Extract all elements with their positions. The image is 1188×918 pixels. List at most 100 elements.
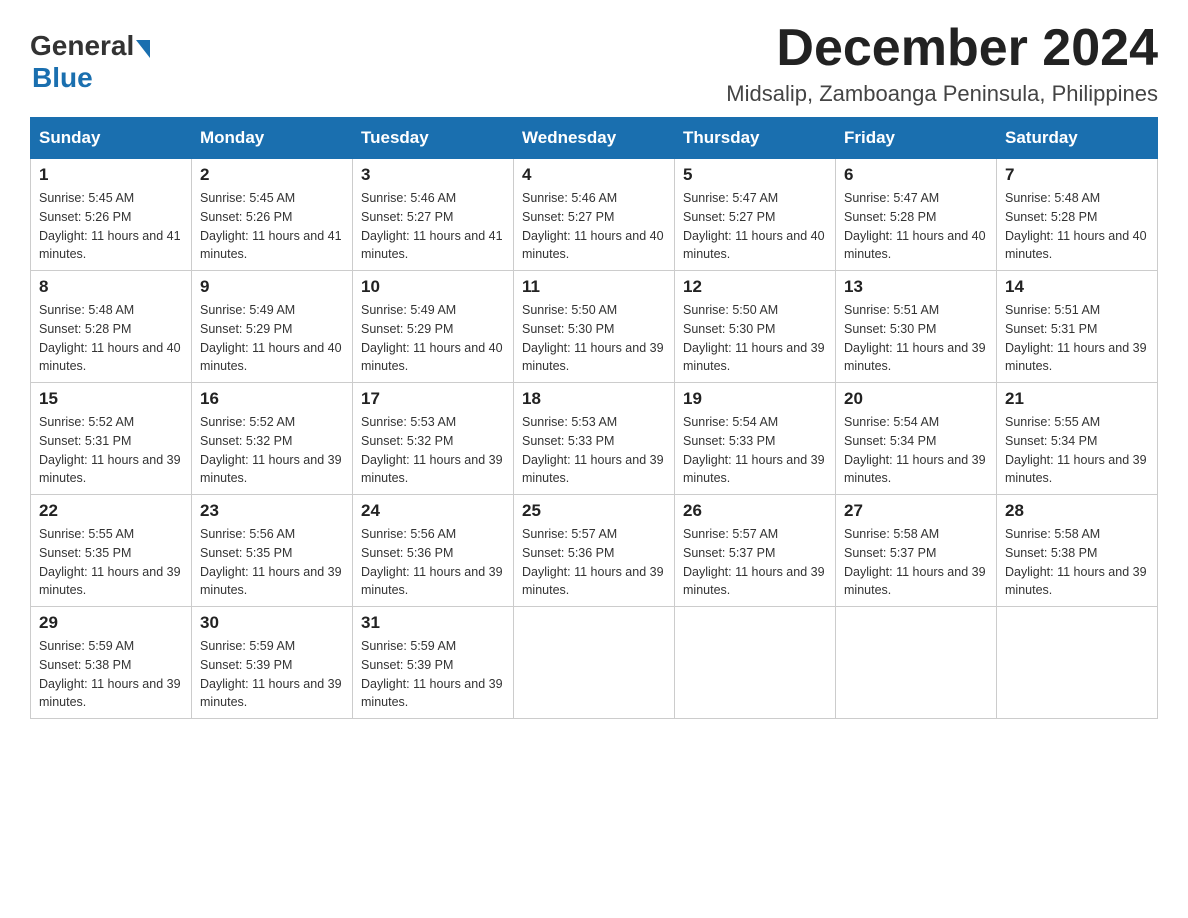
calendar-cell: 29Sunrise: 5:59 AMSunset: 5:38 PMDayligh… — [31, 607, 192, 719]
day-info: Sunrise: 5:54 AMSunset: 5:34 PMDaylight:… — [844, 413, 988, 488]
calendar-cell: 5Sunrise: 5:47 AMSunset: 5:27 PMDaylight… — [675, 159, 836, 271]
week-row-3: 15 Sunrise: 5:52 AMSunset: 5:31 PMDayligh… — [31, 383, 1158, 495]
calendar-cell: 15 Sunrise: 5:52 AMSunset: 5:31 PMDayligh… — [31, 383, 192, 495]
day-info: Sunrise: 5:48 AMSunset: 5:28 PMDaylight:… — [1005, 189, 1149, 264]
day-number: 12 — [683, 277, 827, 297]
day-number: 15 — [39, 389, 183, 409]
calendar-cell: 27Sunrise: 5:58 AMSunset: 5:37 PMDayligh… — [836, 495, 997, 607]
day-number: 19 — [683, 389, 827, 409]
day-number: 2 — [200, 165, 344, 185]
day-info: Sunrise: 5:49 AMSunset: 5:29 PMDaylight:… — [361, 301, 505, 376]
calendar-cell: 9 Sunrise: 5:49 AMSunset: 5:29 PMDaylight… — [192, 271, 353, 383]
calendar-cell: 23 Sunrise: 5:56 AMSunset: 5:35 PMDayligh… — [192, 495, 353, 607]
day-number: 26 — [683, 501, 827, 521]
calendar-cell: 3 Sunrise: 5:46 AMSunset: 5:27 PMDaylight… — [353, 159, 514, 271]
day-info: Sunrise: 5:52 AMSunset: 5:31 PMDaylight:… — [39, 413, 183, 488]
week-row-4: 22 Sunrise: 5:55 AMSunset: 5:35 PMDayligh… — [31, 495, 1158, 607]
calendar-cell: 24 Sunrise: 5:56 AMSunset: 5:36 PMDayligh… — [353, 495, 514, 607]
day-info: Sunrise: 5:53 AMSunset: 5:33 PMDaylight:… — [522, 413, 666, 488]
calendar-cell: 14 Sunrise: 5:51 AMSunset: 5:31 PMDayligh… — [997, 271, 1158, 383]
day-info: Sunrise: 5:59 AMSunset: 5:39 PMDaylight:… — [200, 637, 344, 712]
day-info: Sunrise: 5:56 AMSunset: 5:36 PMDaylight:… — [361, 525, 505, 600]
day-info: Sunrise: 5:46 AMSunset: 5:27 PMDaylight:… — [522, 189, 666, 264]
day-number: 14 — [1005, 277, 1149, 297]
weekday-header-sunday: Sunday — [31, 118, 192, 159]
calendar-cell: 10 Sunrise: 5:49 AMSunset: 5:29 PMDayligh… — [353, 271, 514, 383]
day-number: 8 — [39, 277, 183, 297]
logo: General Blue — [30, 30, 150, 94]
weekday-header-monday: Monday — [192, 118, 353, 159]
title-section: December 2024 Midsalip, Zamboanga Penins… — [726, 20, 1158, 107]
page-header: General Blue December 2024 Midsalip, Zam… — [30, 20, 1158, 107]
calendar-cell — [997, 607, 1158, 719]
calendar-cell: 31 Sunrise: 5:59 AMSunset: 5:39 PMDayligh… — [353, 607, 514, 719]
day-number: 13 — [844, 277, 988, 297]
day-info: Sunrise: 5:50 AMSunset: 5:30 PMDaylight:… — [683, 301, 827, 376]
day-info: Sunrise: 5:58 AMSunset: 5:38 PMDaylight:… — [1005, 525, 1149, 600]
calendar-cell: 6 Sunrise: 5:47 AMSunset: 5:28 PMDaylight… — [836, 159, 997, 271]
calendar-cell: 26Sunrise: 5:57 AMSunset: 5:37 PMDayligh… — [675, 495, 836, 607]
week-row-2: 8 Sunrise: 5:48 AMSunset: 5:28 PMDaylight… — [31, 271, 1158, 383]
day-info: Sunrise: 5:54 AMSunset: 5:33 PMDaylight:… — [683, 413, 827, 488]
day-number: 10 — [361, 277, 505, 297]
weekday-header-friday: Friday — [836, 118, 997, 159]
day-info: Sunrise: 5:58 AMSunset: 5:37 PMDaylight:… — [844, 525, 988, 600]
day-info: Sunrise: 5:57 AMSunset: 5:36 PMDaylight:… — [522, 525, 666, 600]
calendar-cell: 25 Sunrise: 5:57 AMSunset: 5:36 PMDayligh… — [514, 495, 675, 607]
calendar-cell: 2Sunrise: 5:45 AMSunset: 5:26 PMDaylight… — [192, 159, 353, 271]
weekday-header-saturday: Saturday — [997, 118, 1158, 159]
calendar-cell: 28 Sunrise: 5:58 AMSunset: 5:38 PMDayligh… — [997, 495, 1158, 607]
calendar-cell: 12 Sunrise: 5:50 AMSunset: 5:30 PMDayligh… — [675, 271, 836, 383]
day-number: 16 — [200, 389, 344, 409]
day-info: Sunrise: 5:55 AMSunset: 5:34 PMDaylight:… — [1005, 413, 1149, 488]
calendar-cell: 16Sunrise: 5:52 AMSunset: 5:32 PMDayligh… — [192, 383, 353, 495]
day-number: 28 — [1005, 501, 1149, 521]
day-number: 23 — [200, 501, 344, 521]
day-number: 21 — [1005, 389, 1149, 409]
calendar-cell — [675, 607, 836, 719]
weekday-header-row: SundayMondayTuesdayWednesdayThursdayFrid… — [31, 118, 1158, 159]
calendar-cell: 4 Sunrise: 5:46 AMSunset: 5:27 PMDaylight… — [514, 159, 675, 271]
day-number: 30 — [200, 613, 344, 633]
day-info: Sunrise: 5:49 AMSunset: 5:29 PMDaylight:… — [200, 301, 344, 376]
day-info: Sunrise: 5:51 AMSunset: 5:31 PMDaylight:… — [1005, 301, 1149, 376]
day-number: 22 — [39, 501, 183, 521]
logo-general-text: General — [30, 30, 134, 62]
week-row-1: 1 Sunrise: 5:45 AMSunset: 5:26 PMDaylight… — [31, 159, 1158, 271]
weekday-header-thursday: Thursday — [675, 118, 836, 159]
day-number: 31 — [361, 613, 505, 633]
month-title: December 2024 — [726, 20, 1158, 77]
day-number: 5 — [683, 165, 827, 185]
day-number: 18 — [522, 389, 666, 409]
day-info: Sunrise: 5:59 AMSunset: 5:39 PMDaylight:… — [361, 637, 505, 712]
day-info: Sunrise: 5:48 AMSunset: 5:28 PMDaylight:… — [39, 301, 183, 376]
calendar-cell: 30 Sunrise: 5:59 AMSunset: 5:39 PMDayligh… — [192, 607, 353, 719]
day-info: Sunrise: 5:47 AMSunset: 5:28 PMDaylight:… — [844, 189, 988, 264]
day-number: 1 — [39, 165, 183, 185]
day-number: 4 — [522, 165, 666, 185]
calendar-cell: 18 Sunrise: 5:53 AMSunset: 5:33 PMDayligh… — [514, 383, 675, 495]
day-number: 24 — [361, 501, 505, 521]
week-row-5: 29Sunrise: 5:59 AMSunset: 5:38 PMDayligh… — [31, 607, 1158, 719]
day-info: Sunrise: 5:56 AMSunset: 5:35 PMDaylight:… — [200, 525, 344, 600]
day-number: 11 — [522, 277, 666, 297]
day-info: Sunrise: 5:51 AMSunset: 5:30 PMDaylight:… — [844, 301, 988, 376]
calendar-cell: 19 Sunrise: 5:54 AMSunset: 5:33 PMDayligh… — [675, 383, 836, 495]
calendar-table: SundayMondayTuesdayWednesdayThursdayFrid… — [30, 117, 1158, 719]
location-title: Midsalip, Zamboanga Peninsula, Philippin… — [726, 81, 1158, 107]
logo-arrow-icon — [136, 40, 150, 58]
logo-blue-text: Blue — [32, 62, 150, 94]
calendar-cell: 11Sunrise: 5:50 AMSunset: 5:30 PMDayligh… — [514, 271, 675, 383]
day-number: 9 — [200, 277, 344, 297]
day-info: Sunrise: 5:53 AMSunset: 5:32 PMDaylight:… — [361, 413, 505, 488]
day-info: Sunrise: 5:46 AMSunset: 5:27 PMDaylight:… — [361, 189, 505, 264]
calendar-cell: 20Sunrise: 5:54 AMSunset: 5:34 PMDayligh… — [836, 383, 997, 495]
day-number: 25 — [522, 501, 666, 521]
day-number: 3 — [361, 165, 505, 185]
weekday-header-tuesday: Tuesday — [353, 118, 514, 159]
day-info: Sunrise: 5:55 AMSunset: 5:35 PMDaylight:… — [39, 525, 183, 600]
day-number: 6 — [844, 165, 988, 185]
calendar-cell: 13 Sunrise: 5:51 AMSunset: 5:30 PMDayligh… — [836, 271, 997, 383]
weekday-header-wednesday: Wednesday — [514, 118, 675, 159]
day-info: Sunrise: 5:45 AMSunset: 5:26 PMDaylight:… — [39, 189, 183, 264]
